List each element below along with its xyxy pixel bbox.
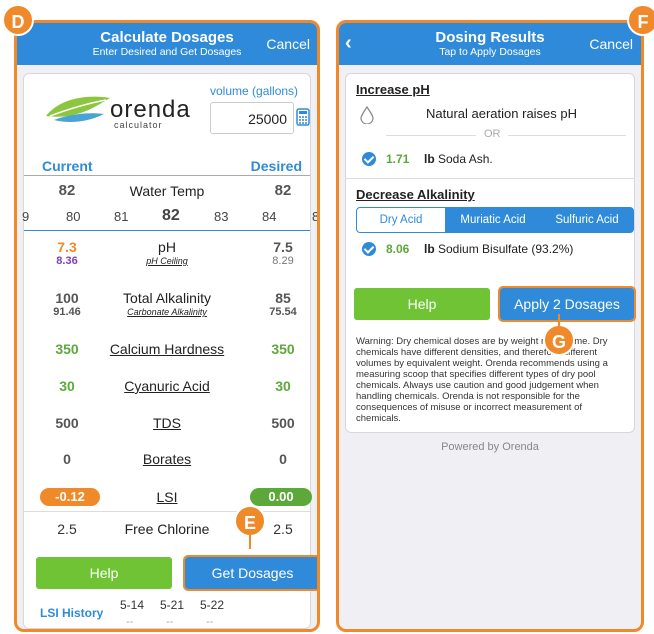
marker-g: G [543,324,575,356]
bisulfate-unit: lb [424,242,435,256]
tab-muriatic-acid[interactable]: Muriatic Acid [445,208,541,232]
history-date: 5-14 [120,598,145,612]
soda-ash-name: Soda Ash. [438,152,493,166]
right-navbar: ‹ Dosing Results Tap to Apply Dosages Ca… [339,23,641,65]
picker-value[interactable]: 84 [262,209,276,224]
or-divider-left [386,135,476,136]
orenda-logo-sub: calculator [114,120,163,130]
bisulfate-name: Sodium Bisulfate (93.2%) [438,242,574,256]
header-divider [24,175,310,176]
marker-d: D [2,4,34,36]
history-date: 5-21 [160,598,185,612]
water-temp-desired[interactable]: 82 [258,182,308,199]
marker-g-pointer [558,314,560,326]
alkalinity-desired[interactable]: 85 [258,290,308,306]
desired-column-label: Desired [250,158,302,174]
picker-selected-value[interactable]: 82 [162,207,180,225]
marker-e: E [234,505,266,537]
water-drop-icon [360,105,374,125]
soda-ash-amount: 1.71 [386,152,410,166]
warning-text: Warning: Dry chemical doses are by weigh… [356,336,608,424]
lsi-divider [24,511,310,512]
history-value: -- [126,616,134,628]
ph-desired[interactable]: 7.5 [258,239,308,255]
or-text: OR [484,128,501,140]
dosing-results-screen: ‹ Dosing Results Tap to Apply Dosages Ca… [336,20,644,632]
tab-dry-acid[interactable]: Dry Acid [357,208,445,232]
volume-input[interactable]: 25000 [210,102,294,134]
powered-by: Powered by Orenda [441,441,539,453]
picker-value[interactable]: 9 [22,209,29,224]
bisulfate-check-icon[interactable] [362,242,376,256]
history-value: -- [206,616,214,628]
results-card: Increase pH Natural aeration raises pH O… [345,73,636,433]
borates-desired[interactable]: 0 [258,451,308,467]
current-column-label: Current [42,158,93,174]
marker-e-pointer [249,535,251,549]
left-cancel-button[interactable]: Cancel [266,36,310,52]
carbonate-alkalinity-desired: 75.54 [269,306,297,318]
left-help-button[interactable]: Help [36,557,172,589]
lsi-desired-badge: 0.00 [250,488,312,506]
acid-type-segmented: Dry Acid Muriatic Acid Sulfuric Acid [356,207,634,233]
bisulfate-amount: 8.06 [386,242,410,256]
marker-f: F [627,4,654,36]
ph-ceiling-link[interactable]: pH Ceiling [146,256,188,266]
orenda-leaf-icon [44,90,114,126]
volume-value: 25000 [248,111,287,127]
history-date: 5-22 [200,598,225,612]
temperature-picker[interactable]: 9 80 81 82 83 84 8 [17,204,317,230]
picker-value[interactable]: 83 [214,209,228,224]
section-divider [346,178,634,179]
soda-ash-unit: lb [424,152,435,166]
calculator-card: orenda calculator volume (gallons) 25000… [22,73,317,629]
calcium-desired[interactable]: 350 [258,341,308,357]
apply-dosages-button[interactable]: Apply 2 Dosages [498,286,636,322]
right-cancel-button[interactable]: Cancel [589,36,633,52]
ph-ceiling-desired: 8.29 [272,255,294,267]
or-divider-right [508,135,626,136]
picker-value[interactable]: 80 [66,209,80,224]
tab-sulfuric-acid[interactable]: Sulfuric Acid [541,208,633,232]
right-help-button[interactable]: Help [354,288,490,320]
picker-value[interactable]: 8 [312,209,317,224]
decrease-alkalinity-heading: Decrease Alkalinity [356,187,475,202]
aeration-text: Natural aeration raises pH [426,106,578,121]
increase-ph-heading: Increase pH [356,82,430,97]
picker-divider [24,230,310,231]
soda-ash-check-icon[interactable] [362,152,376,166]
volume-label: volume (gallons) [210,84,299,98]
calculate-dosages-screen: Calculate Dosages Enter Desired and Get … [14,20,320,632]
carbonate-alkalinity-link[interactable]: Carbonate Alkalinity [127,307,207,317]
left-navbar: Calculate Dosages Enter Desired and Get … [17,23,317,65]
calculator-icon[interactable] [296,108,310,126]
history-value: -- [166,616,174,628]
tds-desired[interactable]: 500 [258,415,308,431]
picker-value[interactable]: 81 [114,209,128,224]
get-dosages-button[interactable]: Get Dosages [183,555,317,591]
lsi-history-link[interactable]: LSI History [40,606,103,620]
cya-desired[interactable]: 30 [258,378,308,394]
